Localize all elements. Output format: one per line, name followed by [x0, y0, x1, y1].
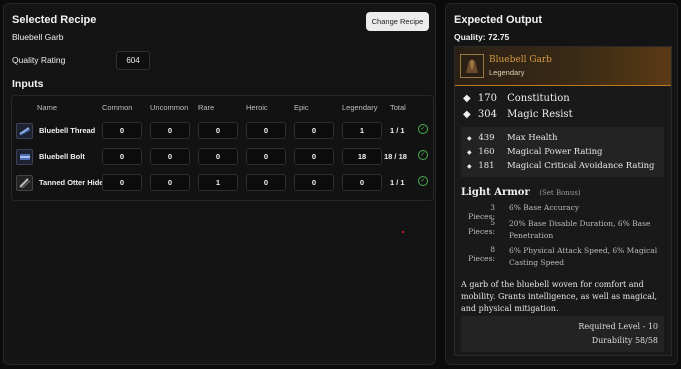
col-header-total: Total: [390, 103, 406, 112]
qty-epic[interactable]: 0: [294, 148, 334, 165]
qty-heroic[interactable]: 0: [246, 148, 286, 165]
check-circle-icon: ✓: [418, 176, 428, 186]
set-bonus-sub: (Set Bonus): [539, 189, 581, 197]
qty-common[interactable]: 0: [102, 148, 142, 165]
ingredient-name: Bluebell Thread: [39, 126, 96, 135]
recipe-panel: Selected Recipe Bluebell Garb Change Rec…: [3, 3, 436, 365]
qty-common[interactable]: 0: [102, 122, 142, 139]
item-rarity: Legendary: [489, 68, 525, 77]
recipe-name: Bluebell Garb: [12, 32, 64, 42]
expected-output-panel: Expected Output Quality: 72.75 Bluebell …: [445, 3, 678, 365]
qty-epic[interactable]: 0: [294, 174, 334, 191]
garb-icon: [460, 54, 484, 78]
secondary-stats: ◆ 439 Max Health ◆ 160 Magical Power Rat…: [461, 127, 664, 177]
durability: Durability 58/58: [591, 336, 658, 345]
item-tooltip-card: Bluebell Garb Legendary ◆ 170 Constituti…: [454, 46, 672, 356]
row-total: 1 / 1: [390, 178, 405, 187]
diamond-icon: ◆: [467, 163, 472, 170]
qty-uncommon[interactable]: 0: [150, 148, 190, 165]
primary-stat: ◆ 304 Magic Resist: [463, 109, 573, 120]
qty-rare[interactable]: 1: [198, 174, 238, 191]
col-header-legendary: Legendary: [342, 103, 378, 112]
input-row: Tanned Otter Hide 0 0 1 0 0 0 1 / 1 ✓: [12, 170, 433, 196]
qty-rare[interactable]: 0: [198, 148, 238, 165]
change-recipe-button[interactable]: Change Recipe: [366, 12, 429, 31]
qty-uncommon[interactable]: 0: [150, 174, 190, 191]
set-pieces: 8 Pieces:: [468, 245, 495, 263]
qty-heroic[interactable]: 0: [246, 174, 286, 191]
item-description: A garb of the bluebell woven for comfort…: [461, 280, 658, 313]
diamond-icon: ◆: [467, 149, 472, 156]
input-row: Bluebell Bolt 0 0 0 0 0 18 18 / 18 ✓: [12, 144, 433, 170]
set-pieces: 5 Pieces:: [468, 218, 495, 236]
qty-legendary[interactable]: 0: [342, 174, 382, 191]
thread-icon: [16, 123, 33, 139]
inputs-heading: Inputs: [12, 78, 44, 90]
hide-icon: [16, 175, 33, 191]
secondary-stat: ◆ 439 Max Health: [467, 133, 558, 143]
qty-common[interactable]: 0: [102, 174, 142, 191]
quality-line: Quality: 72.75: [454, 32, 510, 42]
secondary-stat: ◆ 160 Magical Power Rating: [467, 147, 603, 157]
cursor-marker: [402, 231, 404, 233]
selected-recipe-heading: Selected Recipe: [12, 14, 97, 26]
item-header: Bluebell Garb Legendary: [455, 47, 671, 86]
ingredient-name: Tanned Otter Hide: [39, 178, 104, 187]
input-row: Bluebell Thread 0 0 0 0 0 1 1 / 1 ✓: [12, 118, 433, 144]
inputs-table: Name Common Uncommon Rare Heroic Epic Le…: [11, 95, 434, 201]
col-header-common: Common: [102, 103, 133, 112]
diamond-icon: ◆: [463, 109, 471, 120]
col-header-rare: Rare: [198, 103, 215, 112]
diamond-icon: ◆: [463, 93, 471, 104]
row-total: 18 / 18: [384, 152, 407, 161]
item-name: Bluebell Garb: [489, 55, 552, 65]
expected-output-heading: Expected Output: [454, 14, 543, 26]
qty-heroic[interactable]: 0: [246, 122, 286, 139]
item-requirements: Required Level - 10 Durability 58/58: [461, 316, 664, 352]
check-circle-icon: ✓: [418, 124, 428, 134]
primary-stat: ◆ 170 Constitution: [463, 93, 570, 104]
quality-rating-label: Quality Rating: [12, 55, 66, 65]
row-total: 1 / 1: [390, 126, 405, 135]
secondary-stat: ◆ 181 Magical Critical Avoidance Rating: [467, 161, 655, 171]
col-header-name: Name: [37, 103, 58, 112]
bolt-icon: [16, 149, 33, 165]
ingredient-name: Bluebell Bolt: [39, 152, 85, 161]
qty-uncommon[interactable]: 0: [150, 122, 190, 139]
qty-epic[interactable]: 0: [294, 122, 334, 139]
set-bonus-text: 6% Physical Attack Speed, 6% Magical Cas…: [509, 246, 658, 267]
col-header-heroic: Heroic: [246, 103, 268, 112]
diamond-icon: ◆: [467, 135, 472, 142]
required-level: Required Level - 10: [578, 322, 658, 331]
check-circle-icon: ✓: [418, 150, 428, 160]
set-title: Light Armor (Set Bonus): [461, 187, 581, 198]
qty-rare[interactable]: 0: [198, 122, 238, 139]
qty-legendary[interactable]: 1: [342, 122, 382, 139]
set-bonus-text: 6% Base Accuracy: [509, 203, 580, 212]
col-header-uncommon: Uncommon: [150, 103, 189, 112]
quality-rating-value: 604: [116, 51, 150, 70]
col-header-epic: Epic: [294, 103, 309, 112]
set-bonus-text: 20% Base Disable Duration, 6% Base Penet…: [509, 219, 651, 240]
qty-legendary[interactable]: 18: [342, 148, 382, 165]
